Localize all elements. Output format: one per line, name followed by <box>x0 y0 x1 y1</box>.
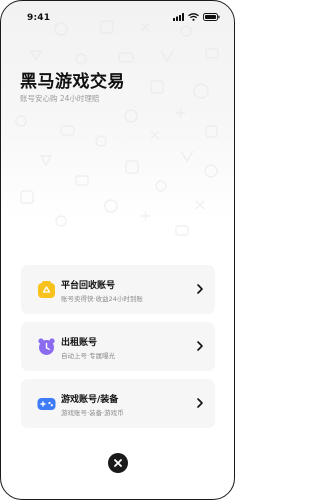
game-account-card[interactable]: 游戏账号/装备 游戏账号·装备·游戏币 <box>21 379 215 428</box>
rent-account-card[interactable]: 出租账号 自动上号·专属曝光 <box>21 322 215 371</box>
rent-account-label: 出租账号 <box>61 338 98 348</box>
chevron-right-icon <box>197 398 203 408</box>
status-time: 9:41 <box>27 13 51 23</box>
phone-screen: 9:41 黑马游戏交易 账号安心购 24小时理赔 平台回收账号 账号卖得快·收益… <box>0 0 235 500</box>
wifi-icon <box>188 13 199 21</box>
gamepad-icon <box>37 398 56 410</box>
page-subtitle: 账号安心购 24小时理赔 <box>20 94 100 103</box>
recycle-account-description: 账号卖得快·收益24小时到账 <box>61 295 143 303</box>
close-button[interactable] <box>108 453 128 473</box>
signal-icon <box>173 13 184 21</box>
chevron-right-icon <box>197 341 203 351</box>
recycle-bag-icon <box>38 281 55 298</box>
chevron-right-icon <box>197 284 203 294</box>
game-account-label: 游戏账号/装备 <box>61 395 119 405</box>
page-title: 黑马游戏交易 <box>20 72 125 92</box>
close-icon <box>114 459 122 467</box>
alarm-clock-icon <box>38 338 55 355</box>
recycle-account-card[interactable]: 平台回收账号 账号卖得快·收益24小时到账 <box>21 265 215 314</box>
status-icons <box>173 13 220 21</box>
battery-icon <box>203 13 220 21</box>
recycle-account-label: 平台回收账号 <box>61 281 116 291</box>
background-pattern <box>15 20 219 236</box>
rent-account-description: 自动上号·专属曝光 <box>61 352 116 360</box>
game-account-description: 游戏账号·装备·游戏币 <box>61 409 124 417</box>
status-bar: 9:41 <box>1 1 234 35</box>
